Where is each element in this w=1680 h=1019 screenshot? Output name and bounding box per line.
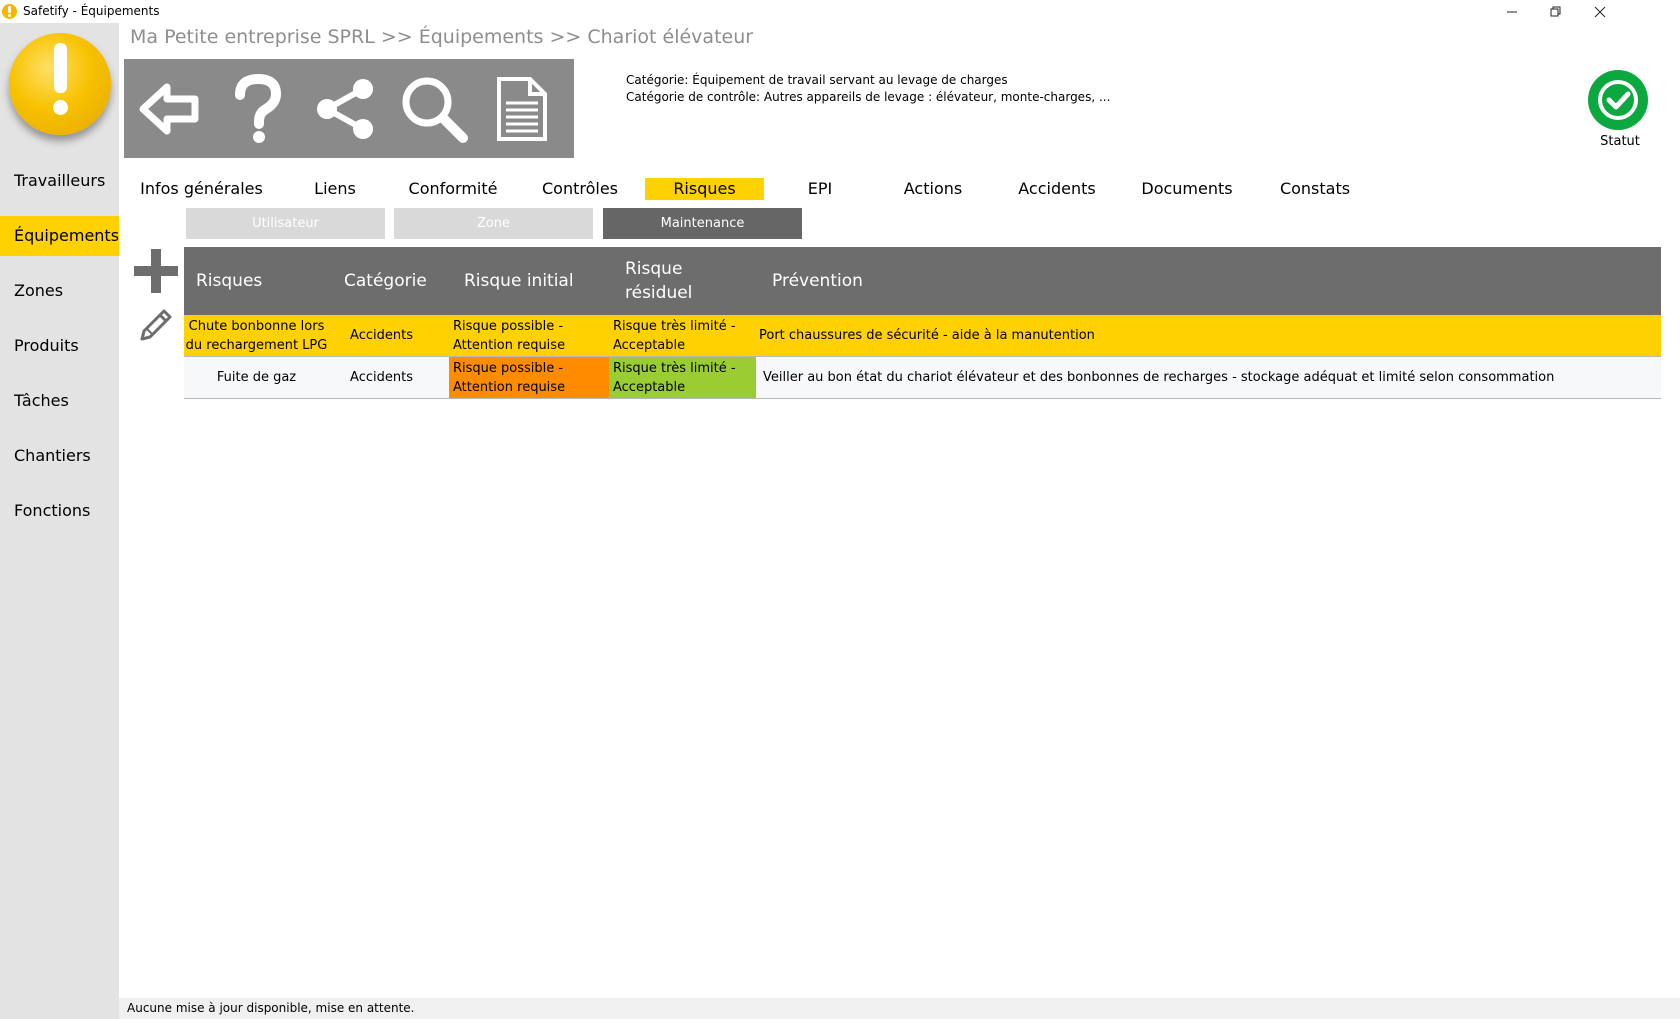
table-header: Risques Catégorie Risque initial Risque … [184,247,1661,315]
sidebar-item-zones[interactable]: Zones [0,271,119,311]
tab-controles[interactable]: Contrôles [520,178,640,200]
header-risques[interactable]: Risques [196,247,262,315]
sidebar-item-produits[interactable]: Produits [0,326,119,366]
cell-risque-line1: Fuite de gaz [216,370,297,385]
tab-epi[interactable]: EPI [790,178,850,200]
breadcrumb: Ma Petite entreprise SPRL >> Équipements… [130,26,754,48]
document-icon [497,77,547,141]
table-row[interactable]: Chute bonbonne lors du rechargement LPG … [184,315,1661,357]
tab-conformite[interactable]: Conformité [393,178,513,200]
categorie-text: Catégorie: Équipement de travail servant… [626,73,1008,87]
minimize-button[interactable] [1490,0,1534,23]
cell-risque-initial: Risque possible - Attention requise [449,315,609,356]
toolbar [124,59,574,158]
sidebar-item-equipements[interactable]: Équipements [0,216,119,256]
cell-risque-residuel: Risque très limité - Acceptable [609,315,756,356]
tab-documents[interactable]: Documents [1137,178,1237,200]
cell-risque-line2: du rechargement LPG [185,337,328,353]
cell-risque-residuel-line2: Acceptable [613,337,686,353]
cell-risque-initial: Risque possible - Attention requise [449,357,609,398]
restore-button[interactable] [1534,0,1578,23]
status-bar: Aucune mise à jour disponible, mise en a… [119,998,1680,1019]
help-icon [235,73,282,143]
app-icon [2,4,17,19]
cell-risque-line1: Chute bonbonne lors [188,318,325,334]
header-risque-residuel-line1: Risque [625,259,683,279]
window-title: Safetify - Équipements [23,4,160,18]
sidebar-item-fonctions[interactable]: Fonctions [0,491,119,531]
cell-risque-initial-line1: Risque possible - [453,360,564,376]
share-icon [317,79,373,139]
cell-risque: Chute bonbonne lors du rechargement LPG [184,315,329,356]
header-risque-initial[interactable]: Risque initial [464,247,574,315]
close-icon [1594,6,1606,17]
safetify-logo [9,33,111,135]
search-button[interactable] [394,69,474,149]
cell-prevention: Port chaussures de sécurité - aide à la … [759,328,1095,343]
cell-risque-initial-line1: Risque possible - [453,318,564,334]
table-row[interactable]: Fuite de gaz Accidents Risque possible -… [184,357,1661,399]
categorie-controle-text: Catégorie de contrôle: Autres appareils … [626,90,1111,104]
edit-pencil-icon[interactable] [138,303,176,341]
risks-table: Risques Catégorie Risque initial Risque … [184,247,1661,399]
sidebar-item-travailleurs[interactable]: Travailleurs [0,161,119,201]
close-button[interactable] [1578,0,1622,23]
back-arrow-icon [139,83,199,135]
sidebar-item-chantiers[interactable]: Chantiers [0,436,119,476]
title-bar: Safetify - Équipements [0,0,1680,23]
header-risque-residuel-line2: résiduel [625,283,693,303]
header-categorie[interactable]: Catégorie [344,247,427,315]
tab-infos-generales[interactable]: Infos générales [139,178,264,200]
cell-risque-residuel-line1: Risque très limité - [613,360,736,376]
search-icon [402,77,468,143]
cell-categorie: Accidents [350,370,413,385]
back-button[interactable] [130,69,210,149]
tab-accidents[interactable]: Accidents [1007,178,1107,200]
tab-liens[interactable]: Liens [300,178,370,200]
add-icon[interactable] [133,248,179,294]
header-risque-residuel[interactable]: Risque résiduel [625,247,692,315]
cell-risque: Fuite de gaz [184,357,329,398]
cell-risque-initial-line2: Attention requise [453,337,566,353]
status-bar-text: Aucune mise à jour disponible, mise en a… [127,1001,415,1015]
subtab-utilisateur[interactable]: Utilisateur [186,208,385,239]
cell-categorie: Accidents [350,328,413,343]
sidebar: Travailleurs Équipements Zones Produits … [0,23,119,1019]
cell-prevention: Veiller au bon état du chariot élévateur… [763,370,1555,385]
cell-risque-residuel-line2: Acceptable [613,379,686,395]
status-check-icon[interactable] [1587,69,1649,131]
minimize-icon [1507,11,1517,12]
sidebar-item-taches[interactable]: Tâches [0,381,119,421]
help-button[interactable] [218,69,298,149]
tab-risques[interactable]: Risques [645,178,764,200]
cell-risque-residuel-line1: Risque très limité - [613,318,736,334]
subtab-maintenance[interactable]: Maintenance [603,208,802,239]
restore-icon [1550,6,1561,16]
cell-risque-initial-line2: Attention requise [453,379,566,395]
share-button[interactable] [306,69,386,149]
document-button[interactable] [482,69,562,149]
cell-risque-residuel: Risque très limité - Acceptable [609,357,756,398]
header-prevention[interactable]: Prévention [772,247,863,315]
status-label: Statut [1600,134,1640,149]
equipment-info: Catégorie: Équipement de travail servant… [626,72,1110,106]
tab-constats[interactable]: Constats [1275,178,1355,200]
subtab-zone[interactable]: Zone [394,208,593,239]
tab-actions[interactable]: Actions [890,178,976,200]
